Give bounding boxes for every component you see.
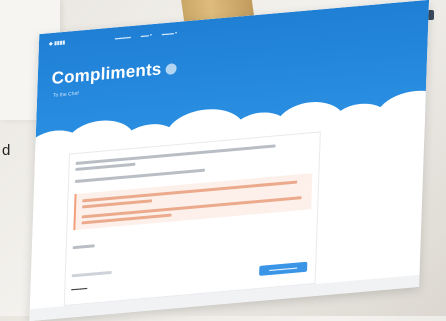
nav-link[interactable]: ▬▬▬ ▾ xyxy=(162,30,177,36)
label-line xyxy=(71,270,112,278)
nav: ▬▬▬▬ ▬▬ ▾ ▬▬▬ ▾ xyxy=(115,30,177,40)
text-line xyxy=(74,168,205,184)
info-icon[interactable] xyxy=(165,63,177,76)
logo: ◆ ▮▮▮▮ xyxy=(48,39,66,48)
nav-link[interactable]: ▬▬ ▾ xyxy=(141,32,152,38)
page-title: Compliments xyxy=(51,58,177,89)
printed-screenshot: ◆ ▮▮▮▮ ▬▬▬▬ ▬▬ ▾ ▬▬▬ ▾ Compliments To th… xyxy=(29,0,430,321)
footer-link[interactable]: ▬▬▬▬ xyxy=(71,285,87,291)
nav-link[interactable]: ▬▬▬▬ xyxy=(115,34,131,40)
content-card: ▬▬▬▬ ▬▬▬▬▬▬▬▬ xyxy=(63,131,321,307)
page-title-text: Compliments xyxy=(51,59,162,89)
page: ◆ ▮▮▮▮ ▬▬▬▬ ▬▬ ▾ ▬▬▬ ▾ Compliments To th… xyxy=(29,0,430,321)
submit-button[interactable]: ▬▬▬▬▬▬▬▬ xyxy=(259,261,308,276)
page-subtitle: To the Chef xyxy=(52,90,79,99)
partial-letter: d xyxy=(2,142,11,159)
notice-box xyxy=(73,173,313,231)
text-line xyxy=(72,244,95,250)
